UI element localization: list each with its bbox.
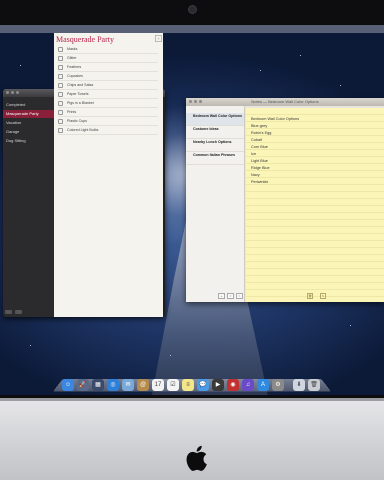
reminder-item[interactable]: Paper Towels	[58, 91, 158, 99]
trash-icon[interactable]: 🗑	[308, 379, 320, 391]
photo-booth-icon[interactable]: ◉	[227, 379, 239, 391]
itunes-icon[interactable]: ♫	[242, 379, 254, 391]
notes-window[interactable]: Notes — Bedroom Wall Color Options Bedro…	[186, 98, 384, 302]
mission-control-icon[interactable]: ▦	[92, 379, 104, 391]
list-heading: Masquerade Party	[56, 35, 114, 44]
reminder-item[interactable]: Glitter	[58, 55, 158, 63]
camera-icon	[188, 5, 197, 14]
note-line: Corn Blue	[251, 145, 268, 149]
chin-edge	[0, 398, 384, 401]
note-list-item[interactable]: Costume Ideas	[186, 126, 244, 139]
reminders-sidebar: Completed Masquerade Party Vacation Gara…	[3, 97, 55, 317]
reminder-item[interactable]: Masks	[58, 46, 158, 54]
note-line: Navy	[251, 173, 260, 177]
checkbox[interactable]	[58, 127, 63, 133]
sidebar-item-masquerade-party[interactable]: Masquerade Party	[3, 110, 55, 118]
sidebar-item-completed[interactable]: Completed	[3, 101, 55, 109]
calendar-icon[interactable]: 17	[152, 379, 164, 391]
sidebar-item-dog-sitting[interactable]: Dog Sitting	[3, 137, 55, 145]
apple-logo-icon	[186, 445, 207, 471]
notes-icon[interactable]: ≡	[182, 379, 194, 391]
notes-titlebar[interactable]: Notes — Bedroom Wall Color Options	[186, 98, 384, 106]
checkbox[interactable]	[58, 64, 63, 70]
reminder-item[interactable]: Feathers	[58, 64, 158, 72]
messages-icon[interactable]: 💬	[197, 379, 209, 391]
checkbox[interactable]	[58, 109, 63, 115]
reminder-item[interactable]: Prints	[58, 109, 158, 117]
show-calendar-button[interactable]	[5, 310, 12, 314]
reminder-item[interactable]: Colored Light Bulbs	[58, 127, 158, 135]
add-list-button[interactable]	[15, 310, 22, 314]
reminder-item[interactable]: Pigs in a Blanket	[58, 100, 158, 108]
checkbox[interactable]	[58, 46, 63, 52]
note-line: Cobalt	[251, 138, 262, 142]
note-line: Ridge Blue	[251, 166, 270, 170]
reminders-icon[interactable]: ☑	[167, 379, 179, 391]
mail-icon[interactable]: ✉	[122, 379, 134, 391]
new-note-button[interactable]: +	[218, 293, 225, 299]
facetime-icon[interactable]: ▶	[212, 379, 224, 391]
checkbox[interactable]	[58, 118, 63, 124]
notes-list: Bedroom Wall Color Options Costume Ideas…	[186, 106, 245, 302]
launchpad-icon[interactable]: 🚀	[77, 379, 89, 391]
note-line: Ice	[251, 152, 257, 156]
safari-icon[interactable]: ◎	[107, 379, 119, 391]
window-title: Notes — Bedroom Wall Color Options	[251, 99, 319, 104]
reminder-item[interactable]: Chips and Salsa	[58, 82, 158, 90]
note-list-item[interactable]: Bedroom Wall Color Options	[186, 113, 244, 126]
contacts-icon[interactable]: @	[137, 379, 149, 391]
finder-icon[interactable]: ☺	[62, 379, 74, 391]
share-note-icon[interactable]: ✎	[320, 293, 326, 299]
checkbox[interactable]	[58, 82, 63, 88]
note-line: Blue-grey	[251, 124, 268, 128]
system-preferences-icon[interactable]: ⚙	[272, 379, 284, 391]
previous-note-button[interactable]: <	[227, 293, 234, 299]
note-line: Robin's Egg	[251, 131, 272, 135]
delete-note-icon[interactable]: 🗑	[307, 293, 313, 299]
add-reminder-button[interactable]: +	[155, 35, 162, 42]
reminder-item[interactable]: Cupcakes	[58, 73, 158, 81]
next-note-button[interactable]: >	[236, 293, 243, 299]
note-line: Light Blue	[251, 159, 268, 163]
note-line: Bedroom Wall Color Options	[251, 117, 299, 121]
sidebar-item-garage[interactable]: Garage	[3, 128, 55, 136]
checkbox[interactable]	[58, 100, 63, 106]
sidebar-item-vacation[interactable]: Vacation	[3, 119, 55, 127]
note-editor[interactable]	[246, 108, 384, 302]
note-line: Periwinkle	[251, 180, 269, 184]
downloads-icon[interactable]: ⬇	[293, 379, 305, 391]
checkbox[interactable]	[58, 91, 63, 97]
reminder-item[interactable]: Plastic Cups	[58, 118, 158, 126]
note-list-item[interactable]: Common Italian Phrases	[186, 152, 244, 165]
app-store-icon[interactable]: A	[257, 379, 269, 391]
note-list-item[interactable]: Nearby Lunch Options	[186, 139, 244, 152]
menu-bar[interactable]	[0, 25, 384, 33]
checkbox[interactable]	[58, 55, 63, 61]
dock-icons: ☺ 🚀 ▦ ◎ ✉ @17 ☑ ≡ 💬 ▶ ◉ ♫ A ⚙ ⬇ 🗑	[62, 379, 320, 391]
checkbox[interactable]	[58, 73, 63, 79]
